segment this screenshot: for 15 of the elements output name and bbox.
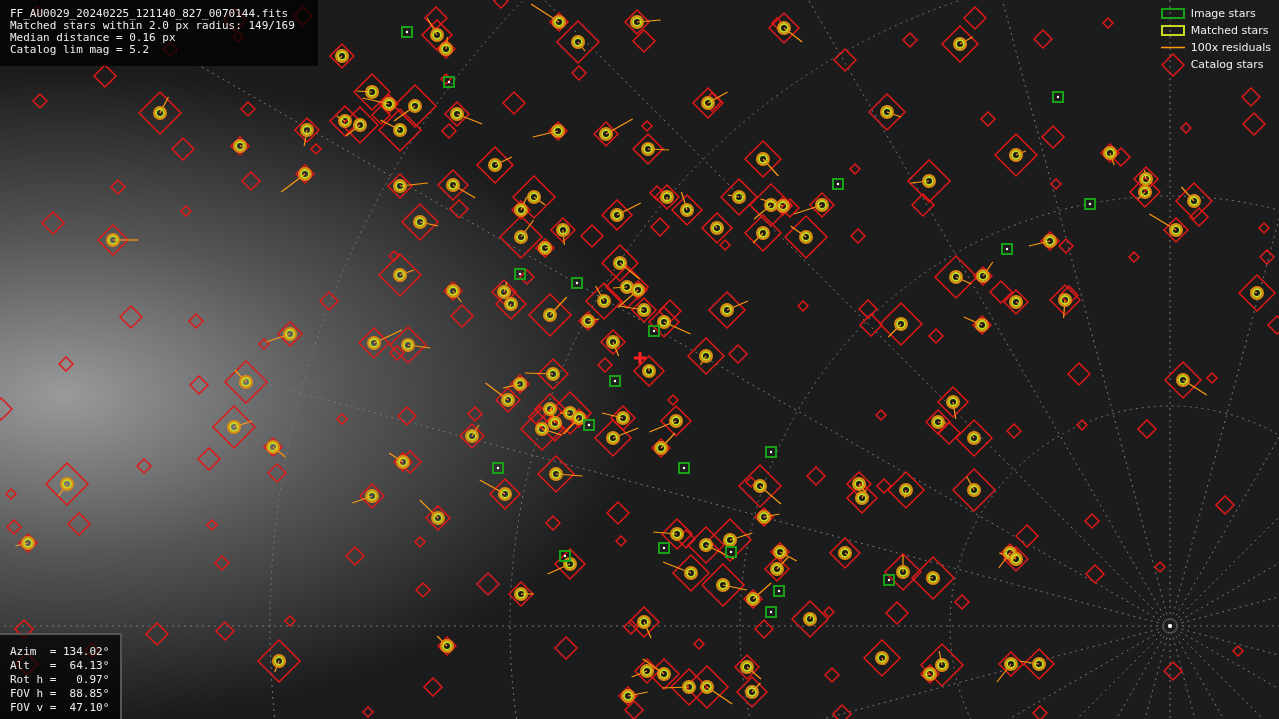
info-line: FF_AU0029_20240225_121140_827_0070144.fits xyxy=(10,8,290,20)
diamond-icon xyxy=(1160,52,1185,77)
info-line: Catalog lim mag = 5.2 xyxy=(10,44,151,56)
pointing-line: FOV v = 47.10° xyxy=(10,701,111,715)
legend-label: Catalog stars xyxy=(1190,58,1264,71)
info-line: Median distance = 0.16 px xyxy=(10,32,177,44)
pointing-line: Rot h = 0.97° xyxy=(10,673,111,687)
pointing-line: Alt = 64.13° xyxy=(10,659,111,673)
info-line: Matched stars within 2.0 px radius: 149/169 xyxy=(10,20,296,32)
legend-label: Image stars xyxy=(1190,7,1256,20)
legend-label: 100x residuals xyxy=(1190,41,1271,54)
pointing-line: FOV h = 88.85° xyxy=(10,687,111,701)
line-icon xyxy=(1160,46,1185,49)
legend-label: Matched stars xyxy=(1190,24,1269,37)
pointing-line: Azim = 134.02° xyxy=(10,645,111,659)
